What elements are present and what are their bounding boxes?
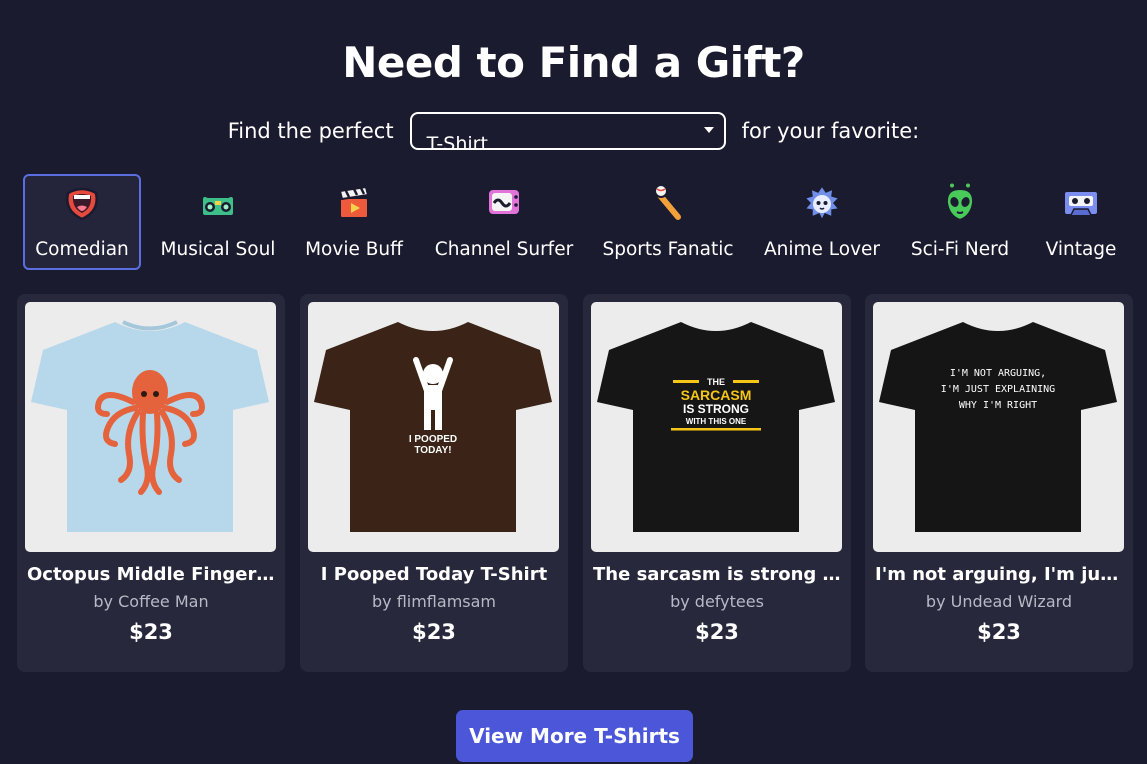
tshirt-sarcasm-image: THE SARCASM IS STRONG WITH THIS ONE: [597, 322, 835, 532]
tab-anime-lover[interactable]: Anime Lover: [759, 174, 885, 270]
view-more-button[interactable]: View More T-Shirts: [456, 710, 693, 762]
product-image[interactable]: I'M NOT ARGUING, I'M JUST EXPLAINING WHY…: [873, 302, 1124, 552]
product-artist[interactable]: by flimflamsam: [310, 592, 558, 611]
boombox-icon: [201, 190, 235, 217]
tab-comedian[interactable]: Comedian: [23, 174, 141, 270]
tab-sports-fanatic[interactable]: Sports Fanatic: [597, 174, 739, 270]
tab-label: Musical Soul: [160, 239, 276, 260]
alien-icon: [945, 183, 975, 222]
product-image[interactable]: [25, 302, 276, 552]
tab-movie-buff[interactable]: Movie Buff: [301, 174, 407, 270]
finder-prefix: Find the perfect: [227, 119, 394, 143]
cassette-tape-icon: [1063, 190, 1099, 216]
tab-label: Movie Buff: [305, 239, 403, 260]
retro-tv-icon: [487, 188, 521, 221]
chevron-down-icon: [703, 127, 714, 133]
gift-finder: Find the perfect T-Shirt for your favori…: [0, 112, 1147, 150]
tab-label: Sports Fanatic: [602, 239, 734, 260]
svg-text:I'M NOT ARGUING,: I'M NOT ARGUING,: [950, 368, 1046, 379]
tab-musical-soul[interactable]: Musical Soul: [157, 174, 279, 270]
tab-label: Anime Lover: [763, 239, 881, 260]
clapperboard-icon: [338, 185, 370, 219]
product-price: $23: [977, 620, 1021, 644]
tshirt-octopus-image: [31, 320, 269, 532]
product-title[interactable]: I Pooped Today T-Shirt: [310, 564, 558, 585]
svg-text:TODAY!: TODAY!: [414, 445, 451, 456]
svg-text:SARCASM: SARCASM: [681, 387, 752, 403]
product-artist[interactable]: by Undead Wizard: [875, 592, 1123, 611]
tab-sci-fi-nerd[interactable]: Sci-Fi Nerd: [905, 174, 1015, 270]
svg-text:I POOPED: I POOPED: [409, 434, 457, 445]
product-title[interactable]: I'm not arguing, I'm just ...: [875, 564, 1123, 585]
tab-label: Channel Surfer: [434, 239, 574, 260]
svg-text:THE: THE: [707, 377, 725, 387]
product-type-value: T-Shirt: [426, 133, 488, 150]
product-card[interactable]: THE SARCASM IS STRONG WITH THIS ONE The …: [583, 294, 851, 672]
tab-channel-surfer[interactable]: Channel Surfer: [429, 174, 579, 270]
tab-label: Vintage: [1045, 239, 1117, 260]
tab-label: Comedian: [35, 239, 129, 260]
tab-vintage[interactable]: Vintage: [1037, 174, 1125, 270]
product-price: $23: [695, 620, 739, 644]
category-tabs: Comedian Musical Soul Movie Buff Channel…: [23, 174, 1128, 270]
svg-text:WITH THIS ONE: WITH THIS ONE: [686, 417, 747, 426]
tshirt-not-arguing-image: I'M NOT ARGUING, I'M JUST EXPLAINING WHY…: [879, 322, 1117, 532]
product-title[interactable]: Octopus Middle Fingers...: [27, 564, 275, 585]
tshirt-pooped-today-image: I POOPED TODAY!: [314, 322, 552, 532]
svg-text:I'M JUST EXPLAINING: I'M JUST EXPLAINING: [941, 384, 1055, 395]
finder-suffix: for your favorite:: [741, 119, 920, 143]
bat-and-ball-icon: [653, 184, 683, 222]
product-price: $23: [129, 620, 173, 644]
svg-text:WHY I'M RIGHT: WHY I'M RIGHT: [959, 400, 1037, 411]
product-artist[interactable]: by defytees: [593, 592, 841, 611]
product-title[interactable]: The sarcasm is strong w...: [593, 564, 841, 585]
product-image[interactable]: THE SARCASM IS STRONG WITH THIS ONE: [591, 302, 842, 552]
product-card[interactable]: I POOPED TODAY! I Pooped Today T-Shirt b…: [300, 294, 568, 672]
laughing-mouth-icon: [66, 187, 98, 221]
product-price: $23: [412, 620, 456, 644]
product-card[interactable]: I'M NOT ARGUING, I'M JUST EXPLAINING WHY…: [865, 294, 1133, 672]
product-image[interactable]: I POOPED TODAY!: [308, 302, 559, 552]
svg-text:IS STRONG: IS STRONG: [683, 402, 749, 416]
product-card[interactable]: Octopus Middle Fingers... by Coffee Man …: [17, 294, 285, 672]
product-artist[interactable]: by Coffee Man: [27, 592, 275, 611]
page-title: Need to Find a Gift?: [342, 38, 805, 87]
anime-face-icon: [803, 184, 841, 222]
tab-label: Sci-Fi Nerd: [910, 239, 1010, 260]
product-type-select[interactable]: T-Shirt: [409, 112, 726, 150]
